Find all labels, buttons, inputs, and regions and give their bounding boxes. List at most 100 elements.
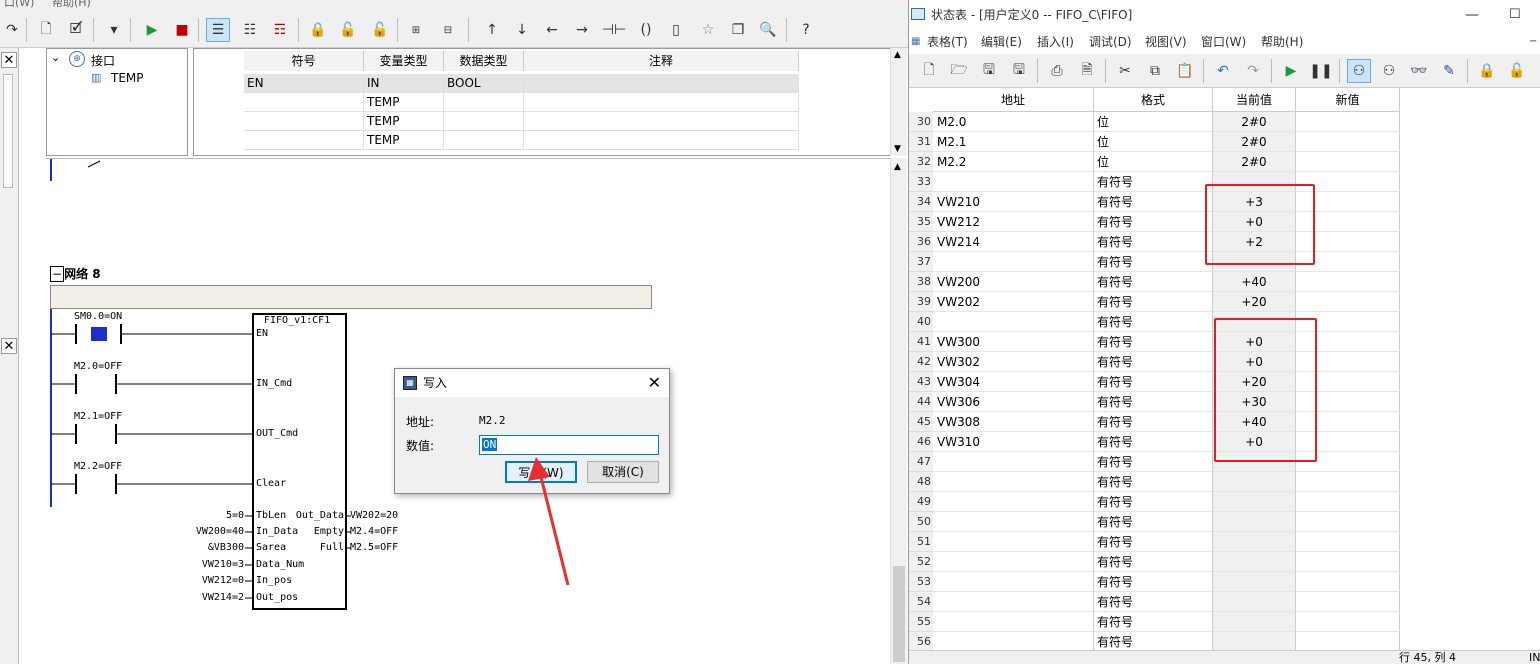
format-cell[interactable]: 有符号: [1094, 212, 1213, 232]
table-cell[interactable]: [524, 112, 799, 131]
table-row[interactable]: 55 有符号: [909, 612, 1540, 632]
format-cell[interactable]: 有符号: [1094, 252, 1213, 272]
help-icon[interactable]: ?: [794, 18, 818, 42]
new-value-cell[interactable]: [1296, 152, 1400, 172]
format-cell[interactable]: 有符号: [1094, 592, 1213, 612]
address-cell[interactable]: [933, 532, 1094, 552]
new-value-cell[interactable]: [1296, 632, 1400, 652]
unlock-icon[interactable]: 🔓: [1505, 59, 1529, 83]
table-row[interactable]: 56 有符号: [909, 632, 1540, 652]
line-right-icon[interactable]: →: [570, 18, 594, 42]
stop-icon[interactable]: ■: [170, 18, 194, 42]
run-icon[interactable]: ▶: [140, 18, 164, 42]
lock-icon[interactable]: 🔒: [1475, 59, 1499, 83]
address-cell[interactable]: [933, 472, 1094, 492]
address-cell[interactable]: M2.2: [933, 152, 1094, 172]
format-cell[interactable]: 有符号: [1094, 172, 1213, 192]
table-row[interactable]: 50 有符号: [909, 512, 1540, 532]
menu-table[interactable]: 表格(T): [927, 30, 968, 54]
insert-up-icon[interactable]: ↑: [480, 18, 504, 42]
table-cell[interactable]: TEMP: [364, 93, 444, 112]
table-row[interactable]: 54 有符号: [909, 592, 1540, 612]
format-cell[interactable]: 有符号: [1094, 472, 1213, 492]
table-cell[interactable]: [244, 93, 364, 112]
new-value-cell[interactable]: [1296, 292, 1400, 312]
cut-icon[interactable]: ✂: [1113, 59, 1137, 83]
new-value-cell[interactable]: [1296, 572, 1400, 592]
address-cell[interactable]: [933, 552, 1094, 572]
address-cell[interactable]: [933, 172, 1094, 192]
table-cell[interactable]: EN: [244, 74, 364, 93]
table-cell[interactable]: IN: [364, 74, 444, 93]
tree-child-label[interactable]: TEMP: [111, 71, 144, 85]
address-cell[interactable]: VW308: [933, 412, 1094, 432]
table-cell[interactable]: [444, 112, 524, 131]
chart-status-icon[interactable]: ⚇: [1347, 59, 1371, 83]
close-icon[interactable]: ✕: [1, 52, 17, 68]
interface-scrollbar[interactable]: ▲ ▼: [890, 48, 907, 156]
menu-debug[interactable]: 调试(D): [1089, 30, 1132, 54]
format-cell[interactable]: 有符号: [1094, 332, 1213, 352]
undo-icon[interactable]: ↷: [0, 18, 24, 42]
format-cell[interactable]: 有符号: [1094, 372, 1213, 392]
maximize-icon[interactable]: ☐: [1509, 0, 1521, 30]
address-cell[interactable]: [933, 632, 1094, 652]
cancel-button[interactable]: 取消(C): [587, 461, 659, 483]
address-cell[interactable]: M2.0: [933, 112, 1094, 132]
new-value-cell[interactable]: [1296, 512, 1400, 532]
address-cell[interactable]: VW214: [933, 232, 1094, 252]
format-cell[interactable]: 有符号: [1094, 552, 1213, 572]
format-cell[interactable]: 有符号: [1094, 352, 1213, 372]
unlock-all-icon[interactable]: 🔓: [368, 18, 392, 42]
pen-icon[interactable]: ✎: [1437, 59, 1461, 83]
format-cell[interactable]: 有符号: [1094, 412, 1213, 432]
address-cell[interactable]: [933, 312, 1094, 332]
table-row[interactable]: 51 有符号: [909, 532, 1540, 552]
save-all-icon[interactable]: 🖫: [1007, 59, 1031, 83]
network-comment-box[interactable]: [50, 285, 652, 309]
address-cell[interactable]: VW200: [933, 272, 1094, 292]
table-cell[interactable]: TEMP: [364, 131, 444, 150]
table-cell[interactable]: [244, 112, 364, 131]
new-value-cell[interactable]: [1296, 112, 1400, 132]
address-cell[interactable]: VW210: [933, 192, 1094, 212]
ladder-scrollbar[interactable]: ▲: [890, 158, 907, 664]
table-cell[interactable]: [244, 131, 364, 150]
format-cell[interactable]: 有符号: [1094, 192, 1213, 212]
address-cell[interactable]: [933, 512, 1094, 532]
copy-icon[interactable]: ⧉: [1143, 59, 1167, 83]
save-icon[interactable]: 🖫: [977, 59, 1001, 83]
table-row[interactable]: 48 有符号: [909, 472, 1540, 492]
format-cell[interactable]: 有符号: [1094, 432, 1213, 452]
collapse-icon[interactable]: −: [50, 266, 65, 282]
unlock-icon[interactable]: 🔓: [336, 18, 360, 42]
box-icon[interactable]: ▯: [664, 18, 688, 42]
address-cell[interactable]: M2.1: [933, 132, 1094, 152]
force-icon[interactable]: ⊞: [404, 18, 428, 42]
address-cell[interactable]: [933, 592, 1094, 612]
address-cell[interactable]: VW310: [933, 432, 1094, 452]
lock-icon[interactable]: 🔒: [306, 18, 330, 42]
format-cell[interactable]: 位: [1094, 132, 1213, 152]
new-value-cell[interactable]: [1296, 272, 1400, 292]
format-cell[interactable]: 有符号: [1094, 532, 1213, 552]
pause-status-icon[interactable]: ☶: [268, 18, 292, 42]
format-cell[interactable]: 有符号: [1094, 392, 1213, 412]
format-cell[interactable]: 有符号: [1094, 572, 1213, 592]
new-value-cell[interactable]: [1296, 492, 1400, 512]
table-row[interactable]: 31 M2.1 位 2#0: [909, 132, 1540, 152]
address-cell[interactable]: VW202: [933, 292, 1094, 312]
coil-icon[interactable]: (): [634, 18, 658, 42]
address-cell[interactable]: [933, 612, 1094, 632]
menu-view[interactable]: 视图(V): [1145, 30, 1187, 54]
table-row[interactable]: 32 M2.2 位 2#0: [909, 152, 1540, 172]
format-cell[interactable]: 有符号: [1094, 612, 1213, 632]
address-cell[interactable]: [933, 252, 1094, 272]
format-cell[interactable]: 有符号: [1094, 232, 1213, 252]
unforce-icon[interactable]: ⊟: [436, 18, 460, 42]
format-cell[interactable]: 位: [1094, 112, 1213, 132]
table-row[interactable]: 39 VW202 有符号 +20: [909, 292, 1540, 312]
new-doc-icon[interactable]: 🗋: [34, 18, 58, 42]
glasses-icon[interactable]: 👓: [1407, 59, 1431, 83]
program-status-icon[interactable]: ☰: [206, 18, 230, 42]
